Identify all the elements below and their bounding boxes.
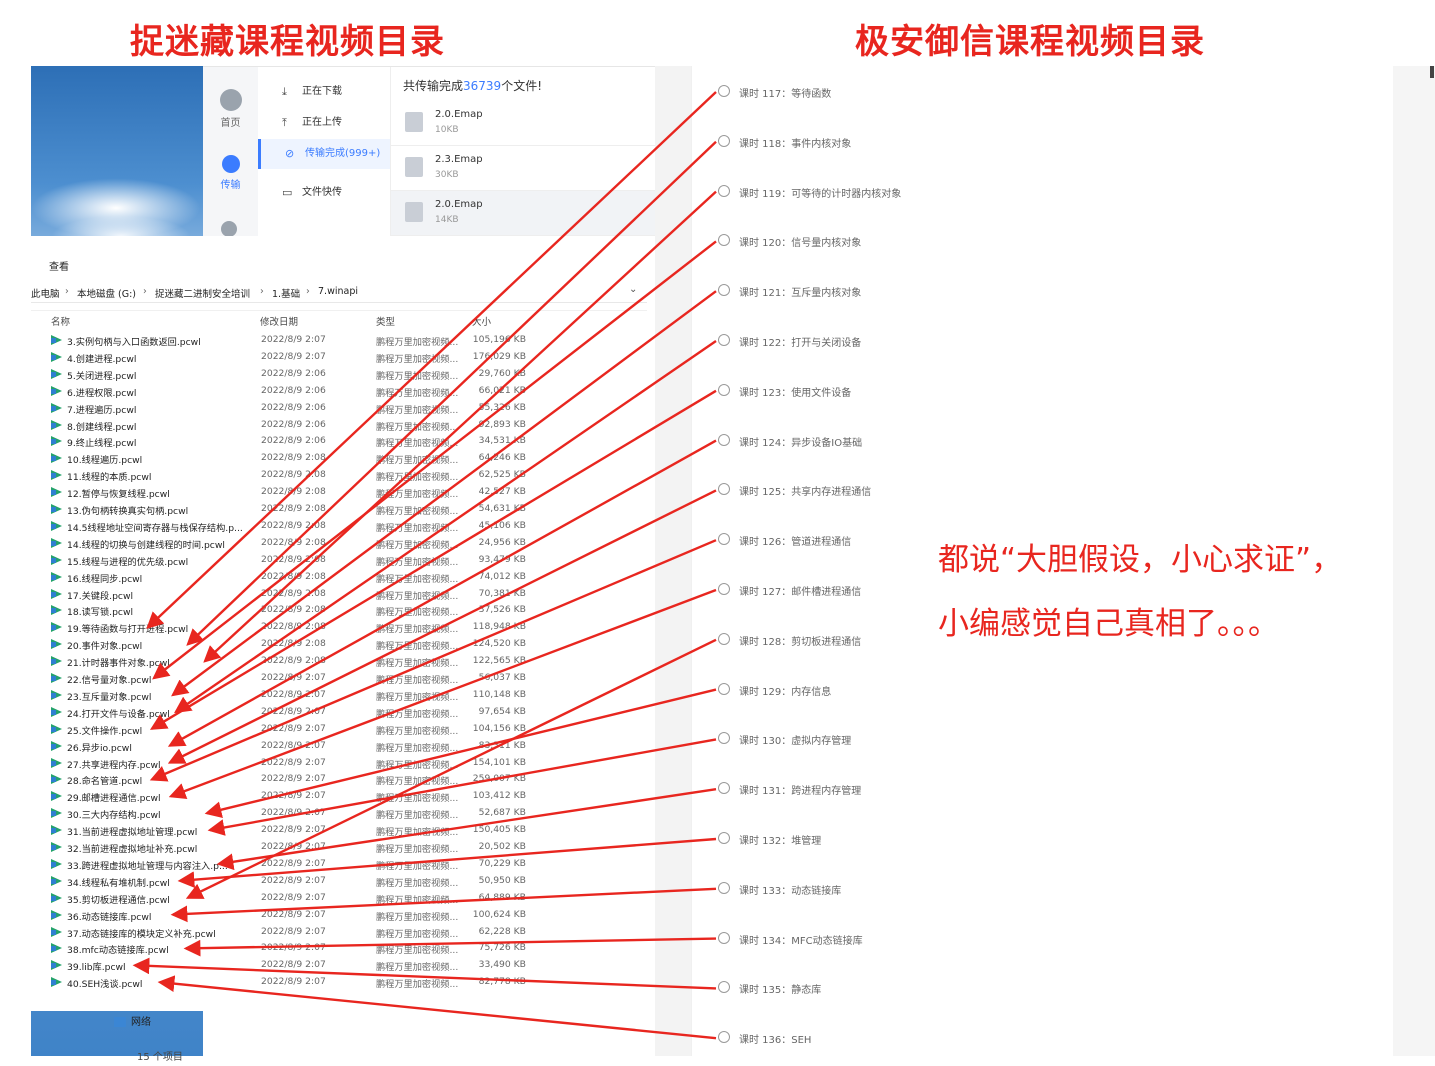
mapping-arrow — [183, 937, 717, 957]
mapping-arrow — [170, 887, 717, 923]
mapping-arrow — [203, 190, 717, 663]
mapping-arrow — [186, 140, 717, 646]
mapping-arrow — [171, 290, 717, 697]
mapping-arrow — [167, 439, 717, 747]
mapping-arrow — [177, 837, 717, 889]
mapping-arrow — [157, 975, 717, 1040]
mapping-arrow — [149, 539, 717, 782]
mapping-arrow — [149, 389, 717, 730]
mapping-arrows — [132, 91, 717, 1040]
mapping-arrow — [174, 340, 717, 714]
mapping-arrow — [204, 688, 717, 818]
mapping-arrow — [152, 240, 717, 680]
mapping-arrow — [146, 91, 717, 629]
mapping-arrow — [168, 588, 717, 800]
mapping-arrow — [132, 957, 717, 990]
mapping-arrow — [216, 788, 717, 871]
mapping-arrow — [167, 489, 717, 764]
